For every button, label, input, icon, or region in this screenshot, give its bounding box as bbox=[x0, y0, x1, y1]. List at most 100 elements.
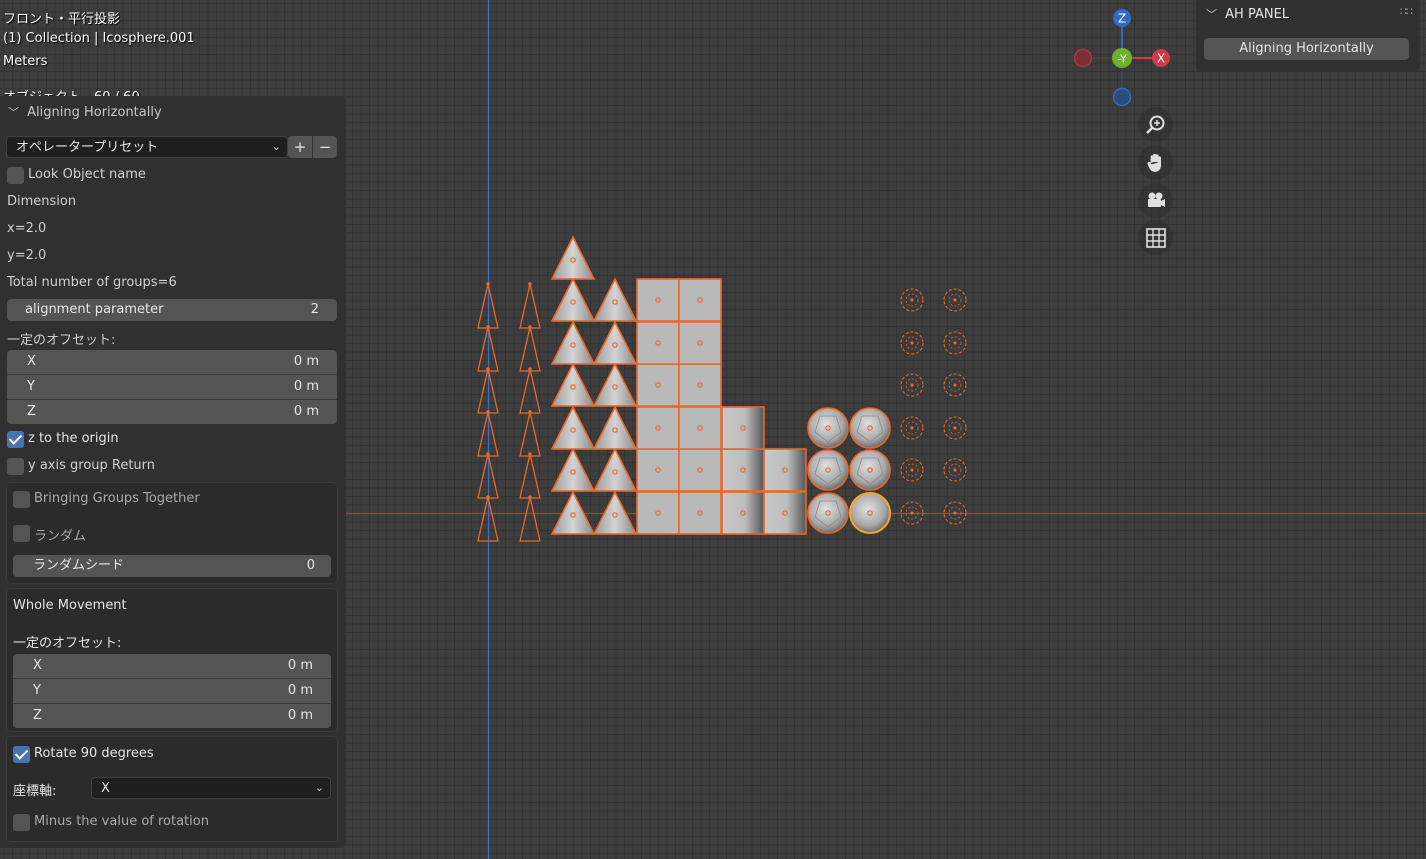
minus-rotation-label: Minus the value of rotation bbox=[34, 814, 209, 829]
coord-axis-dropdown[interactable]: X ⌄ bbox=[91, 777, 331, 799]
cube-object[interactable] bbox=[678, 448, 722, 492]
whole-offset-z-value: 0 m bbox=[287, 708, 313, 723]
cylinder-object[interactable] bbox=[721, 406, 765, 450]
whole-movement-offset-vector: X 0 m Y 0 m Z 0 m bbox=[13, 654, 331, 728]
offset-x-label: X bbox=[27, 354, 36, 369]
whole-offset-y-field[interactable]: Y 0 m bbox=[13, 678, 331, 703]
wire-cone-object[interactable] bbox=[519, 496, 541, 542]
whole-movement-offset-label: 一定のオフセット: bbox=[13, 636, 122, 651]
random-checkbox[interactable] bbox=[13, 525, 30, 542]
chevron-down-icon: ﹀ bbox=[8, 106, 19, 119]
x-dimension-text: x=2.0 bbox=[7, 221, 47, 236]
gizmo-z-label: Z bbox=[1118, 12, 1126, 26]
coord-axis-label: 座標軸: bbox=[13, 784, 57, 799]
offset-y-label: Y bbox=[27, 379, 35, 394]
chevron-down-icon: ⌄ bbox=[314, 781, 324, 794]
look-object-name-checkbox[interactable] bbox=[7, 167, 24, 184]
offset-z-field[interactable]: Z 0 m bbox=[7, 399, 337, 424]
rotate-90-checkbox[interactable] bbox=[13, 746, 30, 763]
look-object-name-label: Look Object name bbox=[28, 167, 146, 182]
cube-object[interactable] bbox=[636, 278, 680, 322]
offset-label: 一定のオフセット: bbox=[7, 333, 116, 348]
cylinder-object[interactable] bbox=[721, 491, 765, 535]
units-label: Meters bbox=[3, 54, 48, 69]
cylinder-object[interactable] bbox=[763, 448, 807, 492]
random-seed-value: 0 bbox=[306, 558, 315, 573]
random-options-box: Bringing Groups Together ランダム ランダムシード 0 bbox=[6, 482, 338, 584]
wire-cone-object[interactable] bbox=[519, 326, 541, 372]
gizmo-x-label: X bbox=[1157, 52, 1165, 66]
random-seed-field[interactable]: ランダムシード 0 bbox=[13, 555, 331, 577]
offset-vector: X 0 m Y 0 m Z 0 m bbox=[7, 350, 337, 424]
cube-object[interactable] bbox=[636, 406, 680, 450]
y-axis-group-return-checkbox[interactable] bbox=[7, 458, 24, 475]
operator-preset-label: オペレータープリセット bbox=[16, 140, 159, 155]
whole-movement-box: Whole Movement 一定のオフセット: X 0 m Y 0 m Z 0… bbox=[6, 588, 338, 732]
cube-object[interactable] bbox=[678, 363, 722, 407]
gizmo-negz-ball bbox=[1112, 87, 1132, 107]
wire-cone-object[interactable] bbox=[519, 368, 541, 414]
z-to-origin-checkbox[interactable] bbox=[7, 431, 24, 448]
offset-y-value: 0 m bbox=[293, 379, 319, 394]
hand-icon[interactable] bbox=[1138, 145, 1173, 180]
cube-object[interactable] bbox=[678, 278, 722, 322]
cylinder-object[interactable] bbox=[721, 448, 765, 492]
rotate-90-label: Rotate 90 degrees bbox=[34, 746, 154, 761]
operator-redo-panel: ﹀ Aligning Horizontally オペレータープリセット ⌄ + … bbox=[0, 96, 346, 848]
dimension-label: Dimension bbox=[7, 194, 77, 209]
offset-x-value: 0 m bbox=[293, 354, 319, 369]
bringing-groups-label: Bringing Groups Together bbox=[34, 491, 200, 506]
minus-rotation-checkbox[interactable] bbox=[13, 814, 30, 831]
add-preset-button[interactable]: + bbox=[288, 136, 312, 158]
aligning-horizontally-button[interactable]: Aligning Horizontally bbox=[1204, 38, 1409, 60]
whole-offset-z-label: Z bbox=[33, 708, 42, 723]
whole-offset-x-label: X bbox=[33, 658, 42, 673]
whole-offset-y-label: Y bbox=[33, 683, 41, 698]
whole-movement-title: Whole Movement bbox=[13, 598, 127, 613]
drag-handle-icon[interactable]: ∷∷ bbox=[1400, 5, 1413, 18]
offset-y-field[interactable]: Y 0 m bbox=[7, 374, 337, 399]
wire-cone-object[interactable] bbox=[519, 411, 541, 457]
whole-offset-x-field[interactable]: X 0 m bbox=[13, 654, 331, 678]
cylinder-object[interactable] bbox=[763, 491, 807, 535]
view-name: フロント・平行投影 bbox=[3, 12, 121, 27]
cube-object[interactable] bbox=[636, 491, 680, 535]
object-count: オブジェクト 60 / 60 bbox=[3, 86, 140, 96]
remove-preset-button[interactable]: − bbox=[313, 136, 337, 158]
collection-info: (1) Collection | Icosphere.001 bbox=[3, 31, 195, 46]
offset-z-value: 0 m bbox=[293, 404, 319, 419]
zoom-icon[interactable] bbox=[1138, 107, 1173, 142]
rotation-box: Rotate 90 degrees 座標軸: X ⌄ Minus the val… bbox=[6, 736, 338, 842]
total-groups-text: Total number of groups=6 bbox=[7, 275, 177, 290]
alignment-parameter-value: 2 bbox=[310, 302, 319, 317]
camera-icon[interactable] bbox=[1138, 183, 1173, 218]
alignment-parameter-field[interactable]: alignment parameter 2 bbox=[7, 299, 337, 321]
wire-cone-object[interactable] bbox=[519, 453, 541, 499]
whole-offset-z-field[interactable]: Z 0 m bbox=[13, 703, 331, 728]
operator-panel-title: Aligning Horizontally bbox=[27, 105, 162, 120]
ah-panel-title: AH PANEL bbox=[1225, 7, 1290, 22]
cube-object[interactable] bbox=[678, 321, 722, 365]
icosphere-object[interactable] bbox=[849, 492, 891, 534]
cube-object[interactable] bbox=[678, 491, 722, 535]
cube-object[interactable] bbox=[636, 321, 680, 365]
offset-x-field[interactable]: X 0 m bbox=[7, 350, 337, 374]
operator-panel-header[interactable]: ﹀ Aligning Horizontally bbox=[8, 104, 162, 120]
grid-icon[interactable] bbox=[1138, 220, 1173, 255]
whole-offset-y-value: 0 m bbox=[287, 683, 313, 698]
wire-cone-object[interactable] bbox=[519, 283, 541, 329]
bringing-groups-checkbox[interactable] bbox=[13, 491, 30, 508]
cube-object[interactable] bbox=[636, 448, 680, 492]
ah-panel-header[interactable]: ﹀ AH PANEL bbox=[1206, 6, 1289, 22]
random-label: ランダム bbox=[34, 529, 87, 544]
y-dimension-text: y=2.0 bbox=[7, 248, 47, 263]
cube-object[interactable] bbox=[678, 406, 722, 450]
gizmo-negx-ball bbox=[1073, 48, 1093, 68]
cube-object[interactable] bbox=[636, 363, 680, 407]
y-axis-group-return-label: y axis group Return bbox=[28, 458, 156, 473]
operator-preset-dropdown[interactable]: オペレータープリセット ⌄ bbox=[6, 136, 288, 158]
chevron-down-icon: ⌄ bbox=[271, 140, 281, 153]
alignment-parameter-label: alignment parameter bbox=[25, 302, 164, 317]
offset-z-label: Z bbox=[27, 404, 36, 419]
navigation-gizmo[interactable]: Z X -Y bbox=[1070, 8, 1174, 108]
